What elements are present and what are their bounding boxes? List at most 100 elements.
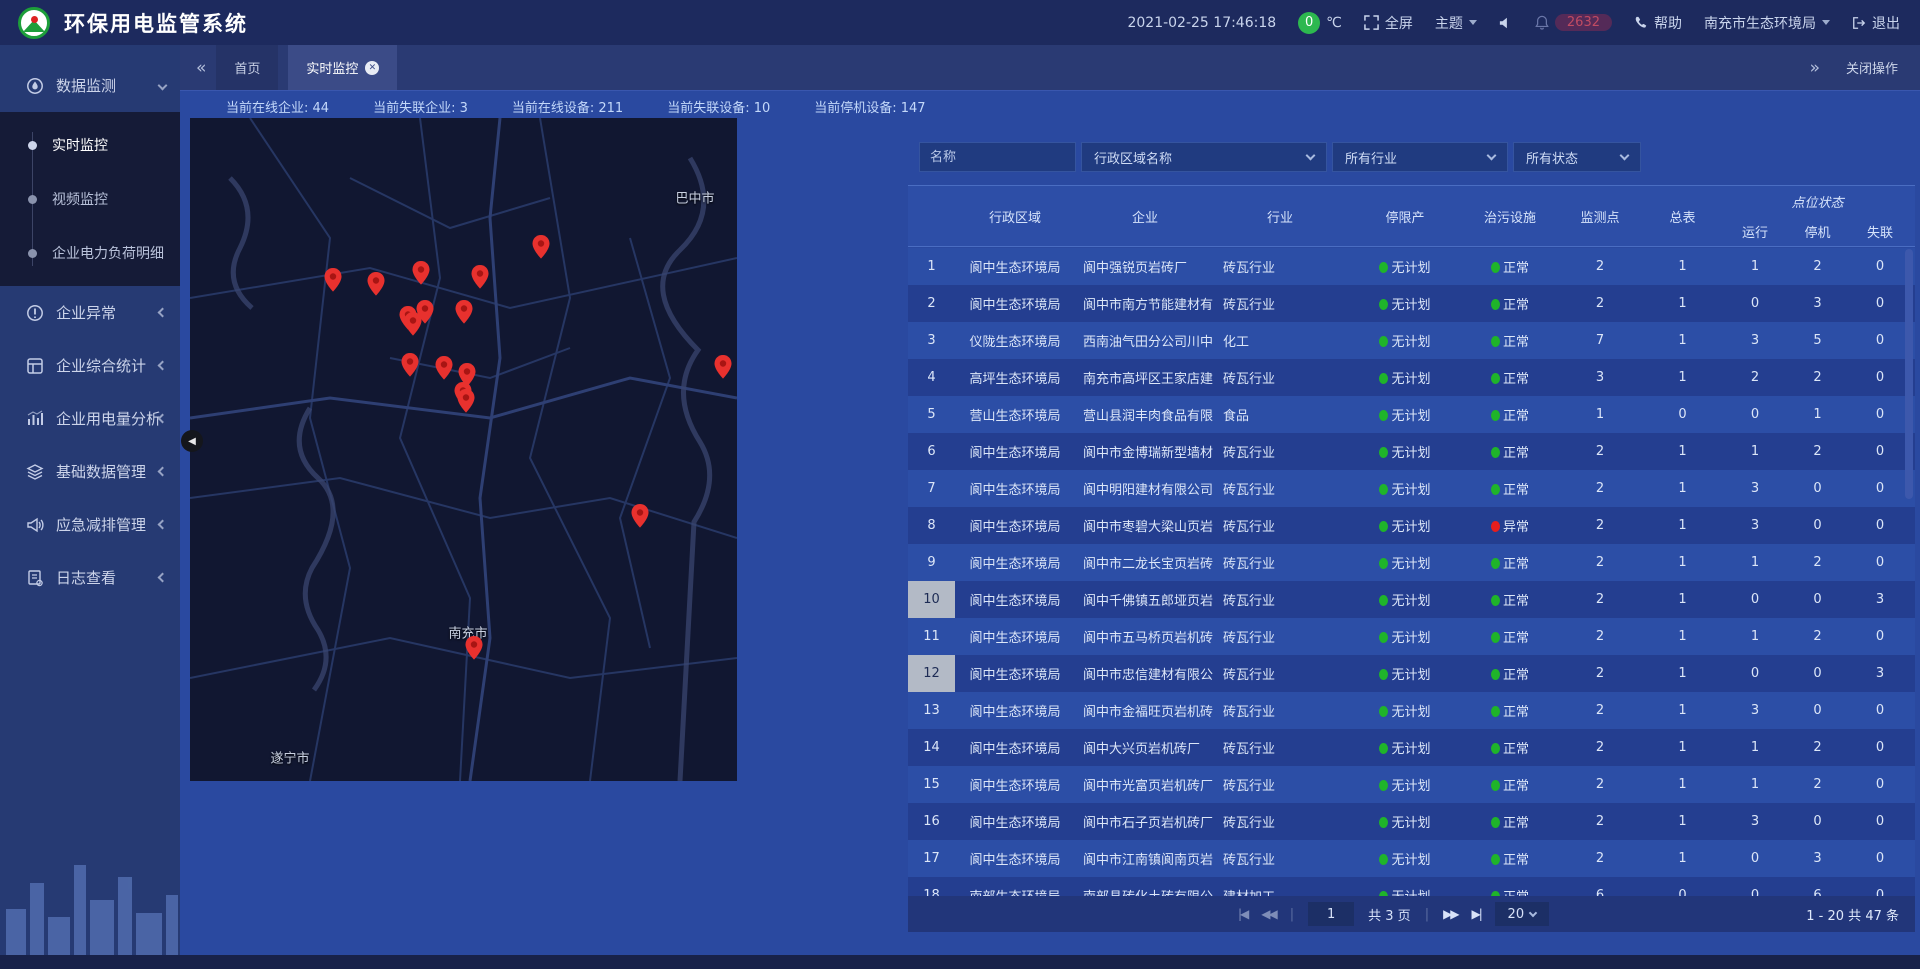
table-row[interactable]: 4高坪生态环境局南充市高坪区王家店建砖瓦行业无计划正常31220 [908,359,1915,396]
sidebar-group-2[interactable]: 企业异常 [0,286,180,339]
tab-close-icon[interactable]: ✕ [365,61,379,75]
map-collapse-button[interactable]: ◀ [181,430,203,452]
col-meters: 总表 [1645,207,1720,226]
map-marker-pin[interactable] [416,300,434,324]
cell-region: 阆中生态环境局 [955,257,1075,276]
map-marker-pin[interactable] [435,356,453,380]
table-row[interactable]: 15阆中生态环境局阆中市光富页岩机砖厂砖瓦行业无计划正常21120 [908,766,1915,803]
row-number: 12 [908,655,955,692]
cell-facility-status: 正常 [1465,553,1555,572]
sidebar-group-7[interactable]: 日志查看 [0,551,180,604]
base-data-icon [26,463,44,481]
table-row[interactable]: 16阆中生态环境局阆中市石子页岩机砖厂砖瓦行业无计划正常21300 [908,803,1915,840]
logout-button[interactable]: 退出 [1852,13,1900,33]
cell-stop-status: 无计划 [1345,479,1465,498]
page-number-input[interactable]: 1 [1308,902,1354,926]
help-button[interactable]: 帮助 [1634,13,1682,33]
cell-region: 南部生态环境局 [955,886,1075,896]
map-marker-pin[interactable] [324,268,342,292]
last-page-button[interactable]: ▶| [1472,907,1481,921]
cell-industry: 砖瓦行业 [1215,257,1345,276]
cell-run: 1 [1720,777,1790,792]
table-row[interactable]: 6阆中生态环境局阆中市金博瑞新型墙材砖瓦行业无计划正常21120 [908,433,1915,470]
map-panel[interactable]: 巴中市南充市遂宁市 [190,118,737,781]
table-row[interactable]: 3仪陇生态环境局西南油气田分公司川中化工无计划正常71350 [908,322,1915,359]
status-filter-select[interactable]: 所有状态 [1513,142,1641,172]
map-marker-pin[interactable] [457,389,475,413]
cell-company: 阆中市二龙长宝页岩砖 [1075,553,1215,572]
cell-facility-status: 正常 [1465,257,1555,276]
cell-industry: 砖瓦行业 [1215,368,1345,387]
page-total-label: 共 3 页 [1368,905,1411,924]
status-dot-icon [1379,373,1388,384]
table-row[interactable]: 11阆中生态环境局阆中市五马桥页岩机砖砖瓦行业无计划正常21120 [908,618,1915,655]
fullscreen-icon [1364,15,1379,30]
sidebar-item-视频监控[interactable]: 视频监控 [0,172,180,226]
map-marker-pin[interactable] [532,235,550,259]
analysis-icon [26,410,44,428]
table-row[interactable]: 10阆中生态环境局阆中千佛镇五郎垭页岩砖瓦行业无计划正常21003 [908,581,1915,618]
status-dot-icon [1491,447,1500,458]
fullscreen-button[interactable]: 全屏 [1364,13,1413,33]
sidebar-group-4[interactable]: 企业用电量分析 [0,392,180,445]
map-marker-pin[interactable] [465,636,483,660]
table-row[interactable]: 14阆中生态环境局阆中大兴页岩机砖厂砖瓦行业无计划正常21120 [908,729,1915,766]
table-row[interactable]: 12阆中生态环境局阆中市忠信建材有限公砖瓦行业无计划正常21003 [908,655,1915,692]
sidebar-item-实时监控[interactable]: 实时监控 [0,118,180,172]
cell-run: 0 [1720,592,1790,607]
name-filter-input[interactable] [919,142,1076,172]
map-marker-pin[interactable] [401,353,419,377]
notifications-button[interactable]: 2632 [1535,14,1612,31]
tabs-scroll-left-button[interactable]: « [196,58,206,78]
org-dropdown[interactable]: 南充市生态环境局 [1704,13,1830,33]
cell-region: 仪陇生态环境局 [955,331,1075,350]
table-row[interactable]: 17阆中生态环境局阆中市江南镇阆南页岩砖瓦行业无计划正常21030 [908,840,1915,877]
sound-toggle-button[interactable] [1499,16,1513,30]
table-row[interactable]: 7阆中生态环境局阆中明阳建材有限公司砖瓦行业无计划正常21300 [908,470,1915,507]
cell-company: 阆中明阳建材有限公司 [1075,479,1215,498]
map-marker-pin[interactable] [412,261,430,285]
page-size-select[interactable]: 20 [1495,902,1549,926]
cell-meters: 1 [1645,444,1720,459]
table-row[interactable]: 13阆中生态环境局阆中市金福旺页岩机砖砖瓦行业无计划正常21300 [908,692,1915,729]
table-row[interactable]: 8阆中生态环境局阆中市枣碧大梁山页岩砖瓦行业无计划异常21300 [908,507,1915,544]
table-row[interactable]: 2阆中生态环境局阆中市南方节能建材有砖瓦行业无计划正常21030 [908,285,1915,322]
stat-item-1: 当前在线企业: 44 [226,97,329,116]
sidebar-item-企业电力负荷明细[interactable]: 企业电力负荷明细 [0,226,180,280]
theme-dropdown[interactable]: 主题 [1435,13,1477,33]
industry-filter-select[interactable]: 所有行业 [1332,142,1508,172]
next-page-button[interactable]: ▶▶ [1443,907,1457,921]
map-marker-pin[interactable] [367,272,385,296]
stat-item-2: 当前失联企业: 3 [373,97,468,116]
cell-run: 0 [1720,407,1790,422]
cell-facility-status: 正常 [1465,775,1555,794]
sidebar-group-5[interactable]: 基础数据管理 [0,445,180,498]
map-marker-pin[interactable] [631,504,649,528]
map-marker-pin[interactable] [471,265,489,289]
chevron-left-icon [158,308,168,318]
row-number: 14 [908,729,955,766]
table-row[interactable]: 5营山生态环境局营山县润丰肉食品有限食品无计划正常10010 [908,396,1915,433]
table-row[interactable]: 1阆中生态环境局阆中强锐页岩砖厂砖瓦行业无计划正常21120 [908,248,1915,285]
stat-item-4: 当前失联设备: 10 [667,97,770,116]
tab-home[interactable]: 首页 [216,45,278,90]
phone-icon [1634,16,1648,30]
table-row[interactable]: 9阆中生态环境局阆中市二龙长宝页岩砖砖瓦行业无计划正常21120 [908,544,1915,581]
chevron-down-icon [1487,151,1497,161]
region-filter-select[interactable]: 行政区域名称 [1081,142,1327,172]
cell-halt: 3 [1790,851,1845,866]
tab-realtime-monitor[interactable]: 实时监控 ✕ [288,45,397,90]
row-number: 8 [908,507,955,544]
sidebar-group-6[interactable]: 应急减排管理 [0,498,180,551]
cell-run: 1 [1720,740,1790,755]
sidebar-group-3[interactable]: 企业综合统计 [0,339,180,392]
table-scrollbar[interactable] [1905,249,1913,499]
prev-page-button[interactable]: ◀◀ [1261,907,1275,921]
first-page-button[interactable]: |◀ [1238,907,1247,921]
map-marker-pin[interactable] [455,300,473,324]
table-row[interactable]: 18南部生态环境局南部县砖化土砖有限公建材加工无计划正常60060 [908,877,1915,896]
sidebar-group-1[interactable]: 数据监测 [0,59,180,112]
status-dot-icon [1491,262,1500,273]
cell-company: 阆中市江南镇阆南页岩 [1075,849,1215,868]
map-marker-pin[interactable] [714,355,732,379]
